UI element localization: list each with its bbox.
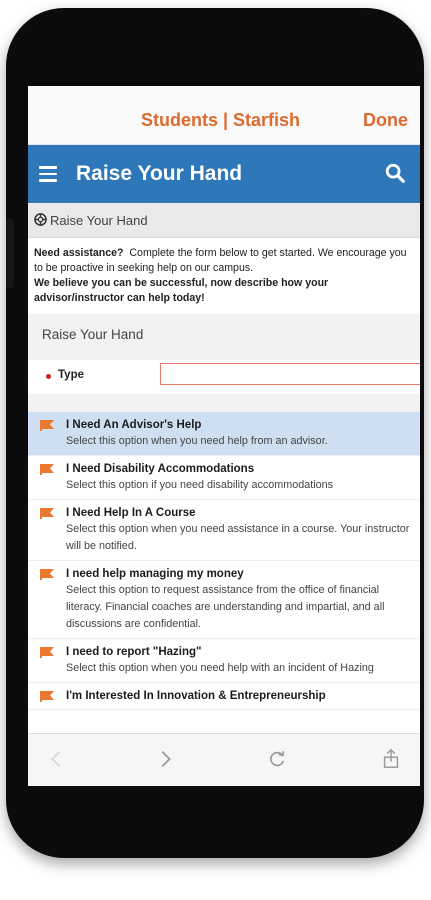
top-nav-bar: Students | Starfish Done <box>28 86 420 145</box>
phone-frame: Students | Starfish Done Raise Your Hand <box>6 8 424 858</box>
intro-lead: Need assistance? <box>34 247 124 259</box>
screen: Students | Starfish Done Raise Your Hand <box>28 86 420 786</box>
type-option[interactable]: I'm Interested In Innovation & Entrepren… <box>28 683 420 710</box>
done-button[interactable]: Done <box>363 110 408 131</box>
option-title: I Need Disability Accommodations <box>66 463 255 475</box>
intro-encouragement: We believe you can be successful, now de… <box>34 277 329 304</box>
phone-side-button <box>6 218 14 288</box>
option-title: I'm Interested In Innovation & Entrepren… <box>66 690 326 702</box>
type-option[interactable]: I Need Disability Accommodations Select t… <box>28 456 420 500</box>
form-panel-title: Raise Your Hand <box>42 327 144 342</box>
option-description: Select this option when you need assista… <box>66 523 410 552</box>
lifebuoy-icon <box>34 213 47 226</box>
option-title: I Need Help In A Course <box>66 507 196 519</box>
type-field-row: Type <box>28 360 420 394</box>
required-indicator <box>46 374 51 379</box>
flag-icon <box>40 420 54 431</box>
browser-toolbar <box>28 733 420 786</box>
flag-icon <box>40 508 54 519</box>
hamburger-icon[interactable] <box>39 166 57 186</box>
option-title: I Need An Advisor's Help <box>66 419 202 431</box>
flag-icon <box>40 647 54 658</box>
forward-arrow-icon[interactable] <box>154 748 176 770</box>
option-description: Select this option when you need help wi… <box>66 662 374 674</box>
nav-title: Students | Starfish <box>141 110 301 130</box>
option-description: Select this option to request assistance… <box>66 584 385 630</box>
intro-text: Need assistance? Complete the form below… <box>28 238 420 314</box>
flag-icon <box>40 691 54 702</box>
option-title: I need to report "Hazing" <box>66 646 202 658</box>
reload-icon[interactable] <box>266 748 288 770</box>
type-options-list: I Need An Advisor's Help Select this opti… <box>28 412 420 710</box>
option-description: Select this option if you need disabilit… <box>66 479 334 491</box>
back-arrow-icon[interactable] <box>46 748 68 770</box>
type-option[interactable]: I Need Help In A Course Select this optio… <box>28 500 420 561</box>
flag-icon <box>40 569 54 580</box>
page-title: Raise Your Hand <box>76 162 243 185</box>
option-description: Select this option when you need help fr… <box>66 435 328 447</box>
flag-icon <box>40 464 54 475</box>
form-panel: Raise Your Hand Type <box>28 314 420 412</box>
type-input[interactable] <box>160 363 420 385</box>
search-icon[interactable] <box>384 162 406 184</box>
section-header: Raise Your Hand <box>28 203 420 238</box>
type-label: Type <box>58 369 84 381</box>
type-option[interactable]: I need to report "Hazing" Select this opt… <box>28 639 420 683</box>
app-header: Raise Your Hand <box>28 145 420 203</box>
option-title: I need help managing my money <box>66 568 244 580</box>
type-option[interactable]: I need help managing my money Select this… <box>28 561 420 639</box>
share-icon[interactable] <box>380 748 402 770</box>
type-option[interactable]: I Need An Advisor's Help Select this opti… <box>28 412 420 456</box>
section-title: Raise Your Hand <box>50 213 148 228</box>
